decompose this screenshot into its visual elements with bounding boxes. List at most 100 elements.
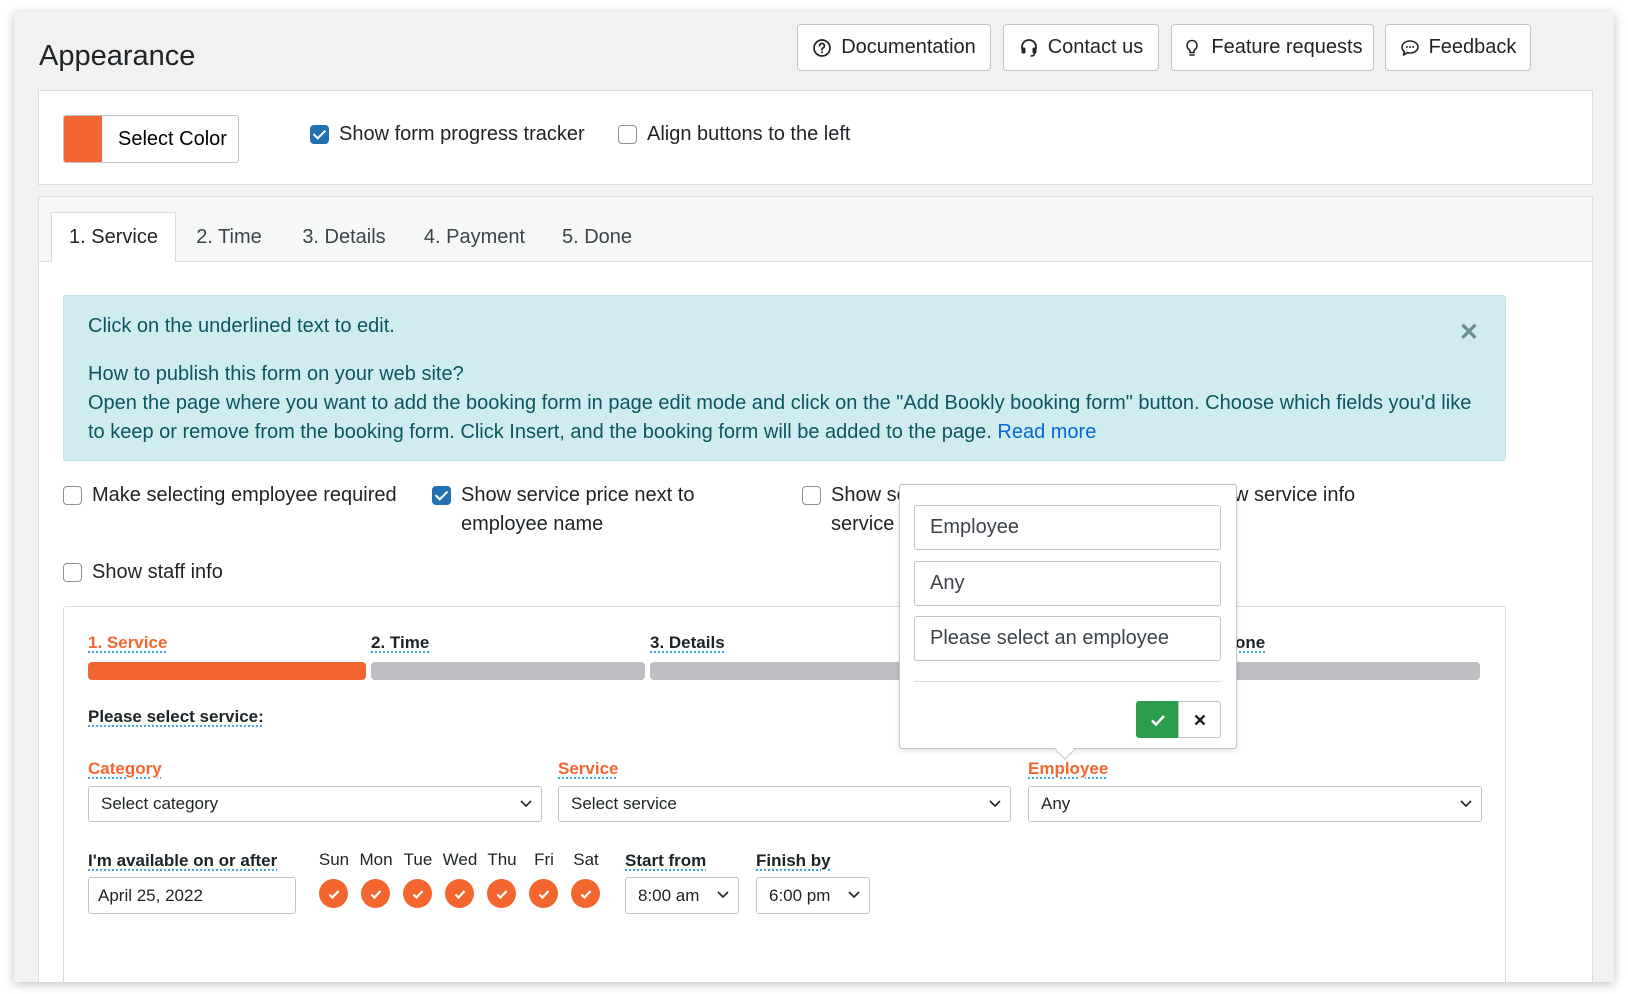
select-color-button[interactable]: Select Color [63,115,239,163]
employee-default-input[interactable]: Any [914,561,1221,606]
employee-required-option[interactable]: Make selecting employee required [63,481,397,510]
tab-done[interactable]: 5. Done [552,212,642,263]
check-icon [1150,714,1165,726]
employee-label-editor-popover: Employee Any Please select an employee [899,484,1237,760]
day-name-sat: Sat [573,850,599,869]
price-next-option[interactable]: Show service price next to employee name [432,481,694,539]
employee-required-checkbox[interactable] [63,486,82,505]
booking-form-preview: 1. Service 2. Time 3. Details one Please… [63,606,1506,982]
feature-requests-label: Feature requests [1211,36,1363,58]
finish-time-select[interactable]: 6:00 pm [756,877,870,914]
date-input[interactable]: April 25, 2022 [88,877,296,914]
day-name-wed: Wed [442,850,478,869]
feedback-button[interactable]: Feedback [1385,24,1531,71]
service-label[interactable]: Service [558,759,619,779]
day-name-tue: Tue [403,850,433,869]
finish-time-value: 6:00 pm [769,885,831,905]
progress-step-done[interactable]: one [1235,633,1265,653]
contact-us-label: Contact us [1047,36,1144,58]
info-notice: Click on the underlined text to edit. Ho… [63,295,1506,461]
day-toggle-wed[interactable] [445,879,474,908]
day-toggle-fri[interactable] [529,879,558,908]
tab-time[interactable]: 2. Time [184,212,274,263]
category-label[interactable]: Category [88,759,162,779]
feature-requests-button[interactable]: Feature requests [1171,24,1374,71]
progress-step-service[interactable]: 1. Service [88,633,167,653]
tab-service[interactable]: 1. Service [51,212,176,263]
service-label-text: Service [558,759,619,778]
employee-select-value: Any [1041,794,1071,813]
notice-line-question: How to publish this form on your web sit… [88,363,464,385]
service-step-panel: Click on the underlined text to edit. Ho… [38,262,1593,982]
show-service-checkbox[interactable] [802,486,821,505]
employee-select[interactable]: Any [1028,786,1482,822]
check-icon [580,889,591,899]
day-toggle-mon[interactable] [361,879,390,908]
show-service-option[interactable]: Show se service [802,481,908,539]
check-icon [454,889,465,899]
progress-bar-done [1224,662,1480,680]
finish-by-text: Finish by [756,851,831,870]
please-select-service-heading[interactable]: Please select service: [88,707,264,727]
start-from-label[interactable]: Start from [625,851,706,871]
check-icon [538,889,549,899]
cancel-button[interactable] [1178,701,1221,738]
align-buttons-label: Align buttons to the left [647,123,851,145]
notice-line-edit: Click on the underlined text to edit. [88,315,395,337]
progress-step-details-text: 3. Details [650,633,725,652]
start-time-select[interactable]: 8:00 am [625,877,739,914]
headset-icon [1020,38,1037,57]
step-tabs: 1. Service 2. Time 3. Details 4. Payment… [38,196,1593,263]
page-title: Appearance [39,40,196,72]
tab-payment[interactable]: 4. Payment [412,212,537,263]
check-icon [412,889,423,899]
day-toggle-tue[interactable] [403,879,432,908]
start-from-text: Start from [625,851,707,870]
align-buttons-option[interactable]: Align buttons to the left [618,120,850,149]
align-buttons-checkbox[interactable] [618,125,637,144]
notice-instructions-text: Open the page where you want to add the … [88,392,1472,443]
documentation-button[interactable]: Documentation [797,24,991,71]
close-icon[interactable]: ✕ [1459,318,1479,347]
staff-info-checkbox[interactable] [63,563,82,582]
progress-step-time[interactable]: 2. Time [371,633,429,653]
employee-label-input[interactable]: Employee [914,505,1221,550]
read-more-link[interactable]: Read more [997,421,1096,443]
staff-info-option[interactable]: Show staff info [63,558,223,587]
price-next-label: Show service price next to employee name [461,481,694,539]
tab-details[interactable]: 3. Details [289,212,399,263]
day-toggle-sun[interactable] [319,879,348,908]
confirm-button[interactable] [1136,701,1179,738]
progress-step-time-text: 2. Time [371,633,430,652]
notice-line-instructions: Open the page where you want to add the … [88,389,1481,447]
day-name-fri: Fri [534,850,554,869]
available-after-label[interactable]: I'm available on or after [88,851,277,871]
contact-us-button[interactable]: Contact us [1003,24,1159,71]
employee-label-text: Employee [1028,759,1109,778]
price-next-checkbox[interactable] [432,486,451,505]
progress-tracker-checkbox[interactable] [310,125,329,144]
day-toggle-sat[interactable] [571,879,600,908]
category-select[interactable]: Select category [88,786,542,822]
day-name-mon: Mon [359,850,393,869]
progress-step-details[interactable]: 3. Details [650,633,725,653]
price-next-line1: Show service price next to [461,484,695,506]
price-next-line2: employee name [461,513,604,535]
show-service-line2: service [831,513,895,535]
finish-by-label[interactable]: Finish by [756,851,831,871]
progress-step-done-text: one [1235,633,1266,652]
question-circle-icon [813,38,832,57]
chevron-down-icon [989,800,1001,808]
day-toggle-thu[interactable] [487,879,516,908]
check-icon [496,889,507,899]
service-select[interactable]: Select service [558,786,1011,822]
chevron-down-icon [717,891,729,899]
start-time-value: 8:00 am [638,885,700,905]
day-name-thu: Thu [487,850,517,869]
employee-error-input[interactable]: Please select an employee [914,616,1221,661]
progress-tracker-option[interactable]: Show form progress tracker [310,120,585,149]
show-service-label: Show se service [831,481,908,539]
progress-bar-service [88,662,366,680]
employee-label[interactable]: Employee [1028,759,1108,779]
select-color-label: Select Color [118,127,227,150]
